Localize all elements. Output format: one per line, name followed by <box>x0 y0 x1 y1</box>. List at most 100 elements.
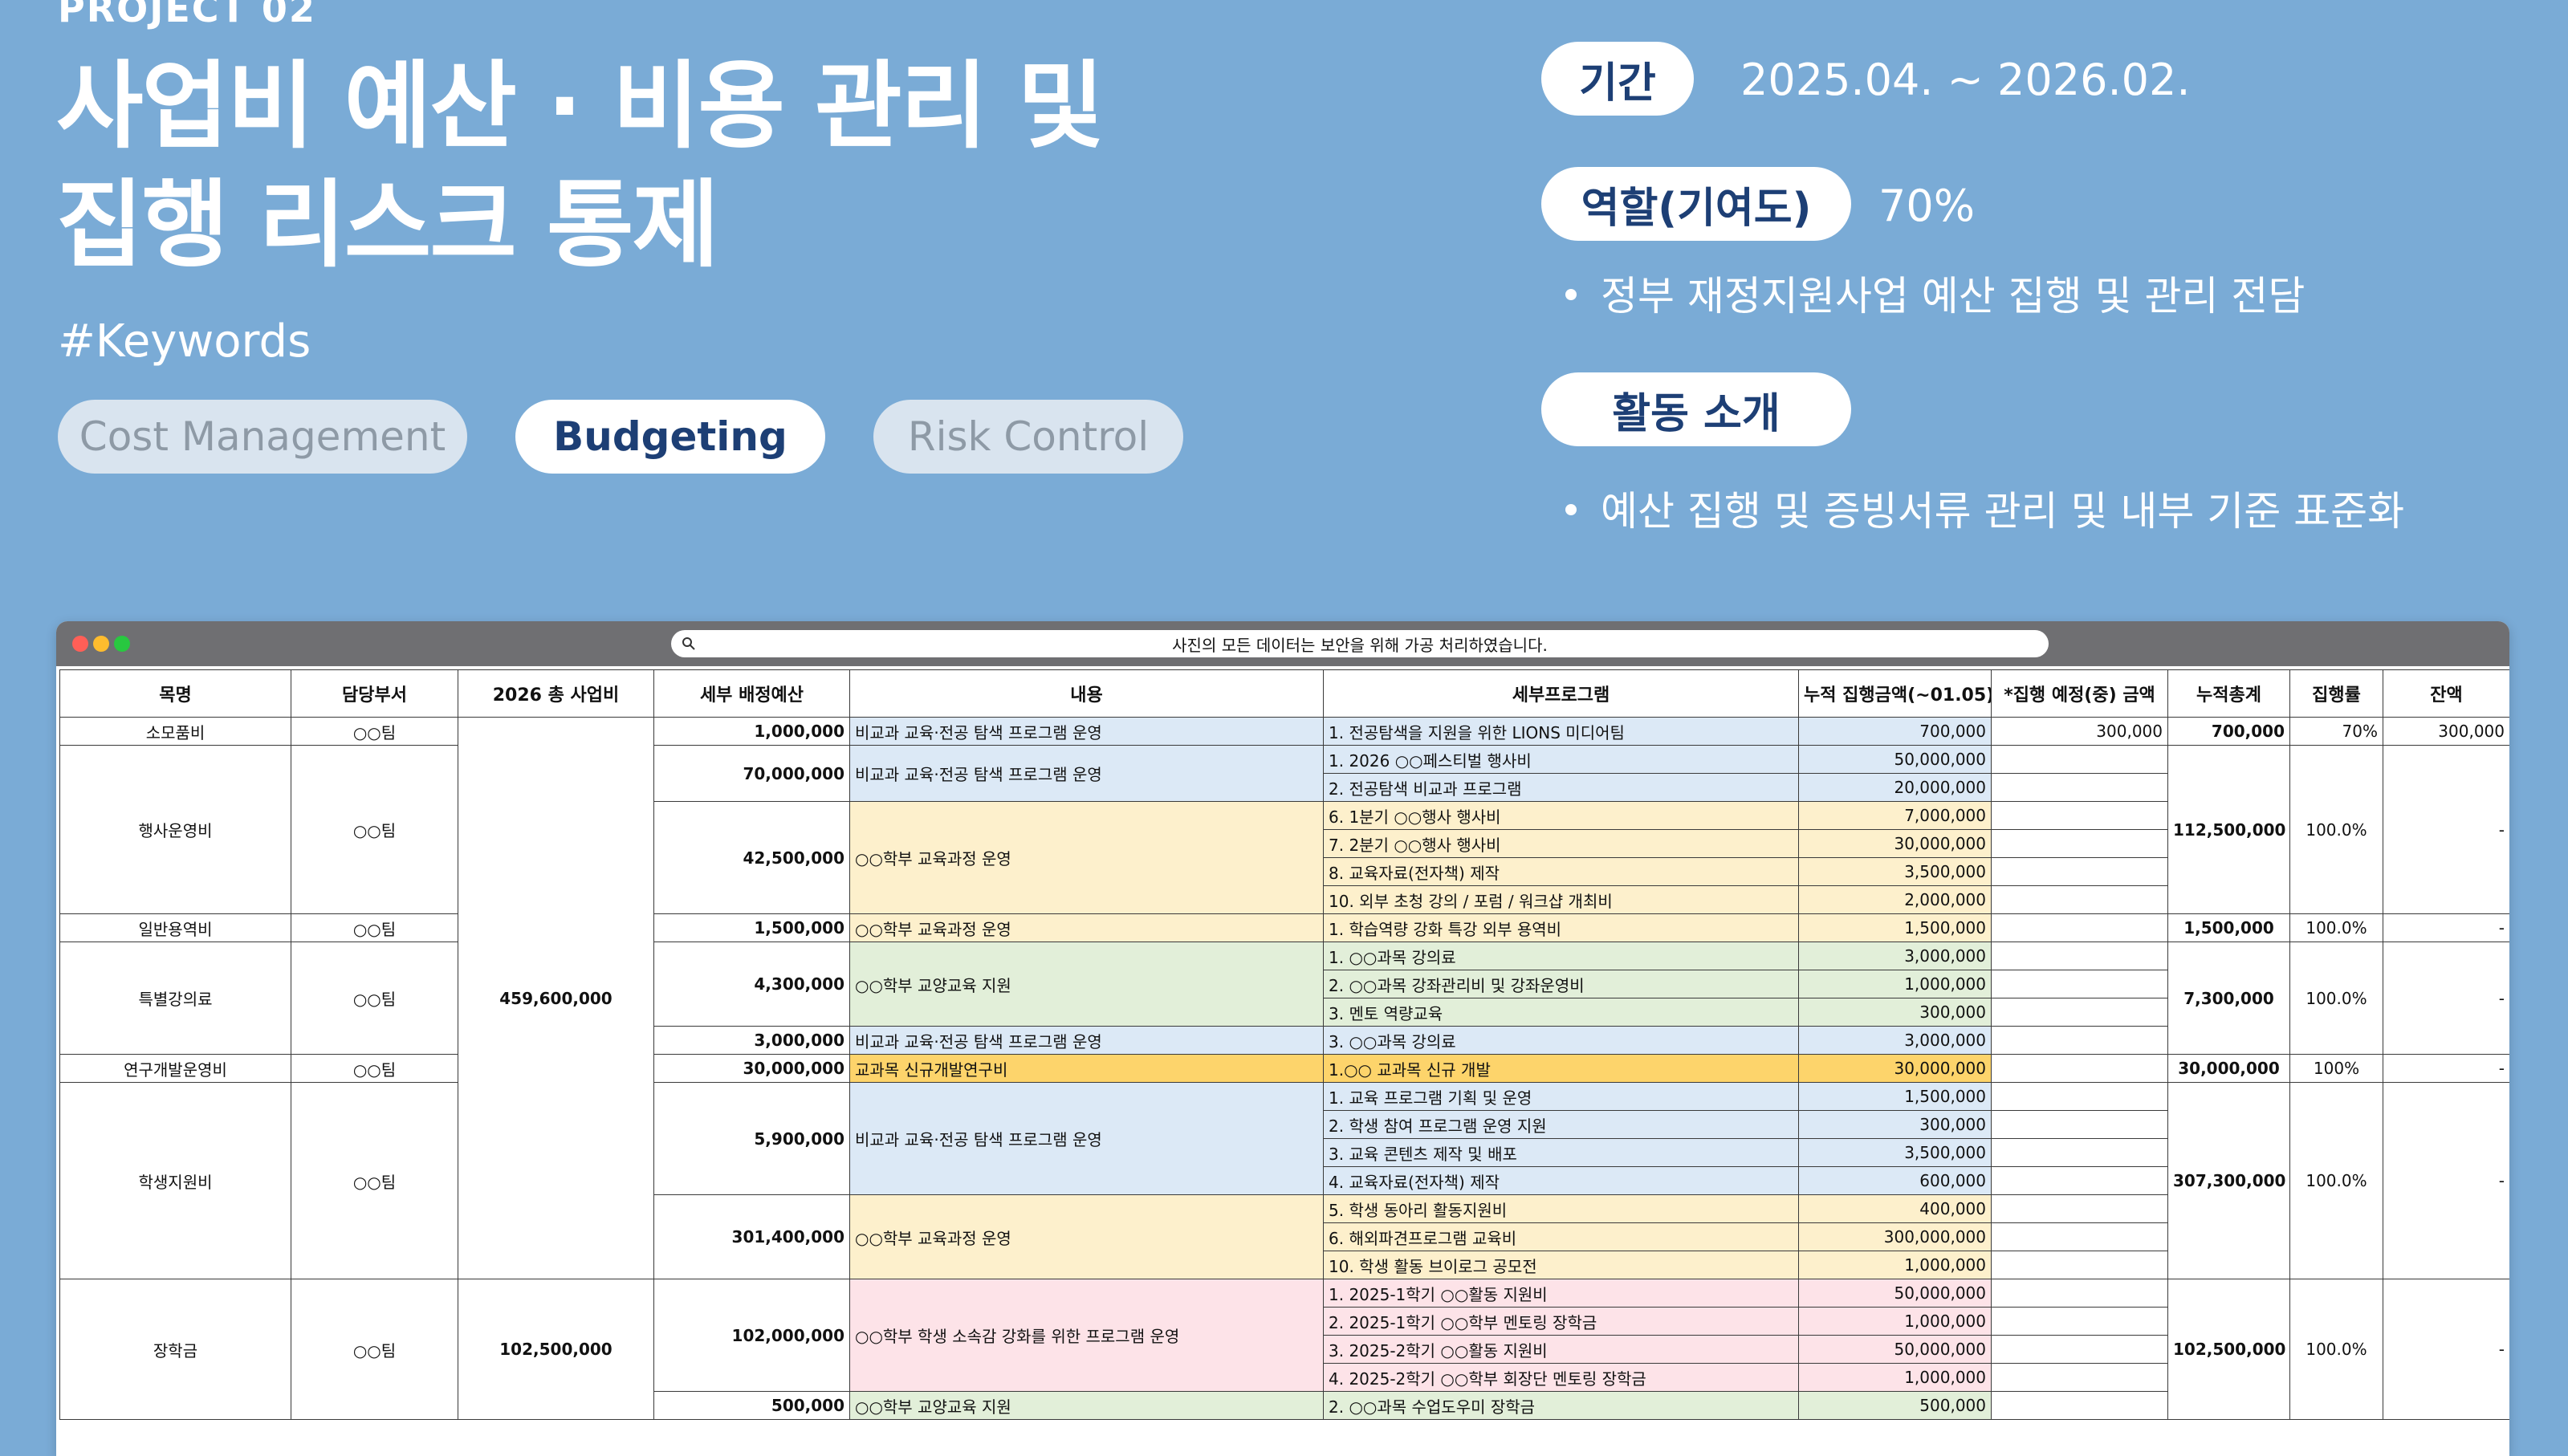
cell-total[interactable]: 102,500,000 <box>458 1279 654 1420</box>
cell-planned[interactable] <box>1991 1194 2168 1223</box>
cell-balance[interactable]: - <box>2383 1054 2509 1083</box>
cell-content[interactable]: 비교과 교육·전공 탐색 프로그램 운영 <box>849 745 1324 802</box>
cell-content[interactable]: 교과목 신규개발연구비 <box>849 1054 1324 1083</box>
cell-rate[interactable]: 100.0% <box>2289 913 2383 942</box>
cell-mok[interactable]: 일반용역비 <box>59 913 291 942</box>
cell-alloc[interactable]: 70,000,000 <box>653 745 850 802</box>
cell-alloc[interactable]: 102,000,000 <box>653 1279 850 1392</box>
cell-spent[interactable]: 600,000 <box>1798 1166 1992 1195</box>
cell-planned[interactable] <box>1991 1082 2168 1111</box>
cell-content[interactable]: ○○학부 교육과정 운영 <box>849 801 1324 914</box>
cell-planned[interactable] <box>1991 1363 2168 1392</box>
cell-spent[interactable]: 30,000,000 <box>1798 829 1992 858</box>
cell-program[interactable]: 1. ○○과목 강의료 <box>1323 942 1799 970</box>
cell-cum[interactable]: 700,000 <box>2167 717 2290 746</box>
cell-content[interactable]: 비교과 교육·전공 탐색 프로그램 운영 <box>849 1026 1324 1055</box>
col-header[interactable]: 담당부서 <box>291 669 458 718</box>
cell-rate[interactable]: 100.0% <box>2289 1082 2383 1279</box>
cell-content[interactable]: ○○학부 교양교육 지원 <box>849 1391 1324 1420</box>
cell-planned[interactable] <box>1991 1054 2168 1083</box>
cell-spent[interactable]: 1,000,000 <box>1798 970 1992 998</box>
cell-program[interactable]: 3. ○○과목 강의료 <box>1323 1026 1799 1055</box>
address-bar[interactable]: 사진의 모든 데이터는 보안을 위해 가공 처리하였습니다. <box>671 630 2049 657</box>
cell-planned[interactable] <box>1991 970 2168 998</box>
cell-balance[interactable]: - <box>2383 1279 2509 1420</box>
cell-spent[interactable]: 1,000,000 <box>1798 1363 1992 1392</box>
cell-program[interactable]: 3. 2025-2학기 ○○활동 지원비 <box>1323 1335 1799 1364</box>
cell-dept[interactable]: ○○팀 <box>291 1054 458 1083</box>
cell-planned[interactable] <box>1991 1279 2168 1308</box>
cell-mok[interactable]: 소모품비 <box>59 717 291 746</box>
cell-dept[interactable]: ○○팀 <box>291 942 458 1055</box>
cell-planned[interactable] <box>1991 1138 2168 1167</box>
cell-program[interactable]: 2. 2025-1학기 ○○학부 멘토링 장학금 <box>1323 1307 1799 1336</box>
cell-planned[interactable] <box>1991 773 2168 802</box>
cell-content[interactable]: ○○학부 학생 소속감 강화를 위한 프로그램 운영 <box>849 1279 1324 1392</box>
close-dot-icon[interactable] <box>72 636 88 652</box>
cell-spent[interactable]: 7,000,000 <box>1798 801 1992 830</box>
cell-program[interactable]: 6. 1분기 ○○행사 행사비 <box>1323 801 1799 830</box>
cell-rate[interactable]: 100.0% <box>2289 745 2383 914</box>
cell-dept[interactable]: ○○팀 <box>291 1279 458 1420</box>
cell-alloc[interactable]: 3,000,000 <box>653 1026 850 1055</box>
cell-program[interactable]: 3. 교육 콘텐츠 제작 및 배포 <box>1323 1138 1799 1167</box>
cell-program[interactable]: 5. 학생 동아리 활동지원비 <box>1323 1194 1799 1223</box>
cell-spent[interactable]: 3,000,000 <box>1798 1026 1992 1055</box>
cell-content[interactable]: ○○학부 교양교육 지원 <box>849 942 1324 1027</box>
cell-spent[interactable]: 1,000,000 <box>1798 1251 1992 1279</box>
col-header[interactable]: 목명 <box>59 669 291 718</box>
cell-program[interactable]: 7. 2분기 ○○행사 행사비 <box>1323 829 1799 858</box>
cell-planned[interactable] <box>1991 745 2168 774</box>
col-header[interactable]: 누적총계 <box>2167 669 2290 718</box>
cell-rate[interactable]: 100.0% <box>2289 942 2383 1055</box>
cell-program[interactable]: 10. 외부 초청 강의 / 포럼 / 워크샵 개최비 <box>1323 885 1799 914</box>
col-header[interactable]: *집행 예정(중) 금액 <box>1991 669 2168 718</box>
cell-spent[interactable]: 20,000,000 <box>1798 773 1992 802</box>
cell-content[interactable]: 비교과 교육·전공 탐색 프로그램 운영 <box>849 717 1324 746</box>
cell-program[interactable]: 1.○○ 교과목 신규 개발 <box>1323 1054 1799 1083</box>
cell-balance[interactable]: 300,000 <box>2383 717 2509 746</box>
cell-content[interactable]: 비교과 교육·전공 탐색 프로그램 운영 <box>849 1082 1324 1195</box>
minimize-dot-icon[interactable] <box>93 636 109 652</box>
cell-program[interactable]: 10. 학생 활동 브이로그 공모전 <box>1323 1251 1799 1279</box>
cell-content[interactable]: ○○학부 교육과정 운영 <box>849 1194 1324 1279</box>
cell-planned[interactable] <box>1991 857 2168 886</box>
cell-cum[interactable]: 30,000,000 <box>2167 1054 2290 1083</box>
cell-rate[interactable]: 100.0% <box>2289 1279 2383 1420</box>
cell-spent[interactable]: 30,000,000 <box>1798 1054 1992 1083</box>
cell-program[interactable]: 2. ○○과목 강좌관리비 및 강좌운영비 <box>1323 970 1799 998</box>
cell-mok[interactable]: 연구개발운영비 <box>59 1054 291 1083</box>
cell-spent[interactable]: 300,000 <box>1798 998 1992 1027</box>
cell-cum[interactable]: 7,300,000 <box>2167 942 2290 1055</box>
cell-alloc[interactable]: 1,500,000 <box>653 913 850 942</box>
col-header[interactable]: 2026 총 사업비 <box>458 669 654 718</box>
cell-planned[interactable] <box>1991 942 2168 970</box>
cell-alloc[interactable]: 500,000 <box>653 1391 850 1420</box>
cell-dept[interactable]: ○○팀 <box>291 745 458 914</box>
cell-program[interactable]: 6. 해외파견프로그램 교육비 <box>1323 1222 1799 1251</box>
cell-spent[interactable]: 1,000,000 <box>1798 1307 1992 1336</box>
cell-spent[interactable]: 300,000,000 <box>1798 1222 1992 1251</box>
cell-rate[interactable]: 100% <box>2289 1054 2383 1083</box>
cell-spent[interactable]: 3,500,000 <box>1798 1138 1992 1167</box>
cell-spent[interactable]: 50,000,000 <box>1798 745 1992 774</box>
cell-alloc[interactable]: 301,400,000 <box>653 1194 850 1279</box>
cell-cum[interactable]: 112,500,000 <box>2167 745 2290 914</box>
cell-spent[interactable]: 700,000 <box>1798 717 1992 746</box>
maximize-dot-icon[interactable] <box>114 636 130 652</box>
cell-planned[interactable] <box>1991 1166 2168 1195</box>
cell-alloc[interactable]: 1,000,000 <box>653 717 850 746</box>
cell-program[interactable]: 2. 전공탐색 비교과 프로그램 <box>1323 773 1799 802</box>
cell-program[interactable]: 1. 2026 ○○페스티벌 행사비 <box>1323 745 1799 774</box>
cell-rate[interactable]: 70% <box>2289 717 2383 746</box>
cell-planned[interactable] <box>1991 913 2168 942</box>
col-header[interactable]: 집행률 <box>2289 669 2383 718</box>
cell-spent[interactable]: 300,000 <box>1798 1110 1992 1139</box>
cell-program[interactable]: 4. 교육자료(전자책) 제작 <box>1323 1166 1799 1195</box>
cell-planned[interactable] <box>1991 1307 2168 1336</box>
cell-program[interactable]: 2. 학생 참여 프로그램 운영 지원 <box>1323 1110 1799 1139</box>
cell-spent[interactable]: 3,000,000 <box>1798 942 1992 970</box>
cell-program[interactable]: 4. 2025-2학기 ○○학부 회장단 멘토링 장학금 <box>1323 1363 1799 1392</box>
cell-planned[interactable] <box>1991 998 2168 1027</box>
cell-balance[interactable]: - <box>2383 942 2509 1055</box>
